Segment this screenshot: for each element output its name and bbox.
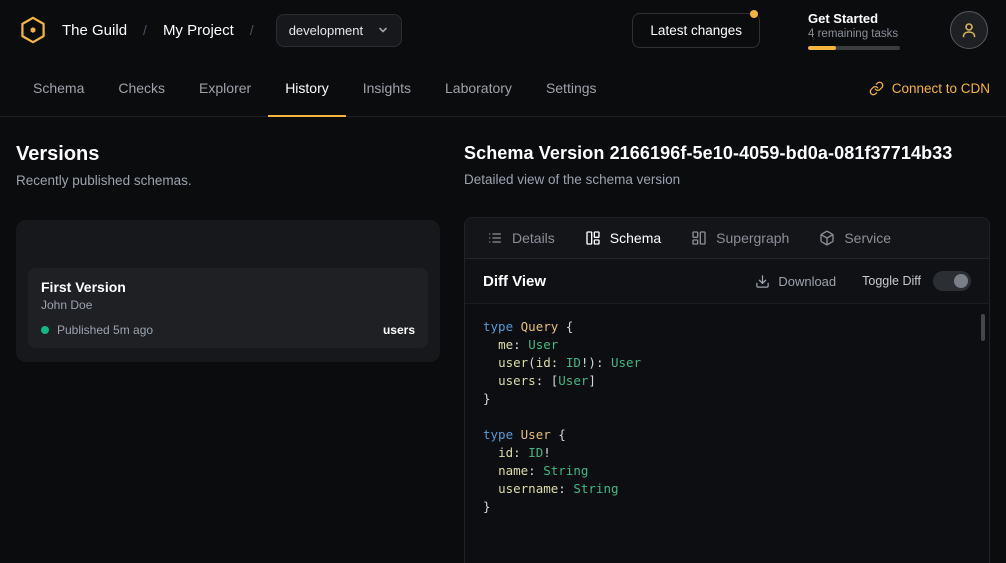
schema-version-subtitle: Detailed view of the schema version [464,172,990,187]
nav-tab-insights[interactable]: Insights [346,60,428,116]
environment-value: development [289,23,363,38]
top-header: The Guild / My Project / development Lat… [0,0,1006,60]
notification-dot [750,10,758,18]
avatar-button[interactable] [950,11,988,49]
diff-header: Diff View Download Toggle D [465,259,989,303]
detail-tab-details[interactable]: Details [487,230,555,246]
version-detail-column: Schema Version 2166196f-5e10-4059-bd0a-0… [464,143,990,563]
detail-tab-schema[interactable]: Schema [585,230,661,246]
download-button[interactable]: Download [755,274,836,289]
switch-knob [954,274,968,288]
version-list-item[interactable]: First Version John Doe Published 5m ago … [28,268,428,348]
latest-changes-button[interactable]: Latest changes [632,13,760,48]
detail-tab-service-label: Service [844,230,891,246]
nav-tab-history[interactable]: History [268,60,346,116]
code-scrollbar-thumb[interactable] [981,314,985,341]
detail-tab-details-label: Details [512,230,555,246]
project-link[interactable]: My Project [163,22,234,39]
breadcrumb-separator: / [141,22,149,38]
link-icon [869,81,884,96]
diff-actions: Download Toggle Diff [755,271,971,291]
hive-logo-icon[interactable] [18,15,48,45]
chevron-down-icon [377,24,389,36]
version-name: First Version [41,279,415,295]
diff-view-title: Diff View [483,273,546,290]
supergraph-icon [691,230,707,246]
get-started-progress-bar [808,46,900,50]
detail-tab-schema-label: Schema [610,230,661,246]
breadcrumb: The Guild / My Project / development [18,14,402,47]
nav-tab-schema[interactable]: Schema [16,60,101,116]
list-icon [487,230,503,246]
version-status: Published 5m ago [57,323,153,337]
download-icon [755,274,770,289]
service-icon [819,230,835,246]
connect-to-cdn-link[interactable]: Connect to CDN [869,60,990,116]
detail-tab-supergraph-label: Supergraph [716,230,789,246]
download-label: Download [778,274,836,289]
latest-changes-label: Latest changes [650,23,742,38]
connect-to-cdn-label: Connect to CDN [892,81,990,96]
nav-tab-settings[interactable]: Settings [529,60,614,116]
versions-card: First Version John Doe Published 5m ago … [16,220,440,362]
main-content: Versions Recently published schemas. Fir… [0,117,1006,563]
environment-select[interactable]: development [276,14,402,47]
version-meta: Published 5m ago users [41,323,415,337]
progress-fill [808,46,836,50]
schema-icon [585,230,601,246]
nav-tab-explorer[interactable]: Explorer [182,60,268,116]
code-block: type Query { me: User user(id: ID!): Use… [465,303,989,563]
detail-tabs: Details Schema [465,218,989,259]
detail-tab-service[interactable]: Service [819,230,891,246]
breadcrumb-separator: / [248,22,256,38]
toggle-diff-switch[interactable] [933,271,971,291]
main-nav: Schema Checks Explorer History Insights … [0,60,1006,117]
version-service-badge: users [383,323,415,337]
get-started-subtitle: 4 remaining tasks [808,28,900,40]
code-lines: type Query { me: User user(id: ID!): Use… [483,318,971,516]
schema-version-title: Schema Version 2166196f-5e10-4059-bd0a-0… [464,143,990,164]
versions-title: Versions [16,143,440,166]
detail-tab-supergraph[interactable]: Supergraph [691,230,789,246]
version-detail-panel: Details Schema [464,217,990,563]
toggle-diff-group: Toggle Diff [862,271,971,291]
versions-column: Versions Recently published schemas. Fir… [16,143,440,563]
org-link[interactable]: The Guild [62,22,127,39]
get-started-title: Get Started [808,11,900,26]
versions-subtitle: Recently published schemas. [16,173,440,188]
user-icon [960,21,978,39]
nav-tab-checks[interactable]: Checks [101,60,182,116]
published-status-dot [41,326,49,334]
nav-tab-laboratory[interactable]: Laboratory [428,60,529,116]
header-right: Latest changes Get Started 4 remaining t… [632,11,988,50]
version-author: John Doe [41,298,415,312]
toggle-diff-label: Toggle Diff [862,274,921,288]
get-started-widget[interactable]: Get Started 4 remaining tasks [808,11,900,50]
